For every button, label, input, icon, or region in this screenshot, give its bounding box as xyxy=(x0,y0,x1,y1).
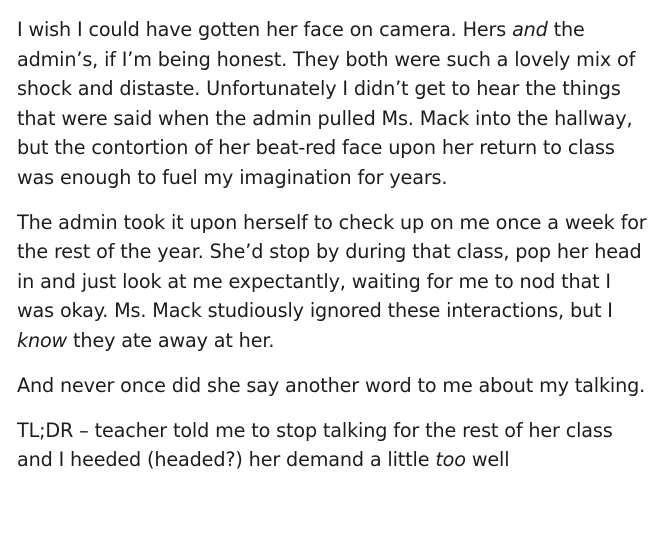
paragraph-4: TL;DR – teacher told me to stop talking … xyxy=(17,416,647,475)
paragraph-4-text-2: well xyxy=(465,448,510,471)
post-body: I wish I could have gotten her face on c… xyxy=(17,15,647,490)
paragraph-2-text-1: The admin took it upon herself to check … xyxy=(17,210,647,323)
paragraph-2: The admin took it upon herself to check … xyxy=(17,208,647,356)
paragraph-3-text-1: And never once did she say another word … xyxy=(17,373,646,397)
paragraph-2-text-2: they ate away at her. xyxy=(67,328,275,352)
paragraph-3: And never once did she say another word … xyxy=(17,371,647,401)
paragraph-1-emphasis-and: and xyxy=(512,18,548,41)
paragraph-2-emphasis-know: know xyxy=(17,328,68,352)
paragraph-1-text-1: I wish I could have gotten her face on c… xyxy=(17,18,513,41)
paragraph-4-text-1: TL;DR – teacher told me to stop talking … xyxy=(17,418,613,472)
paragraph-1: I wish I could have gotten her face on c… xyxy=(17,15,647,192)
paragraph-4-emphasis-too: too xyxy=(435,448,466,471)
paragraph-1-text-2: the admin’s, if I’m being honest. They b… xyxy=(17,18,636,189)
